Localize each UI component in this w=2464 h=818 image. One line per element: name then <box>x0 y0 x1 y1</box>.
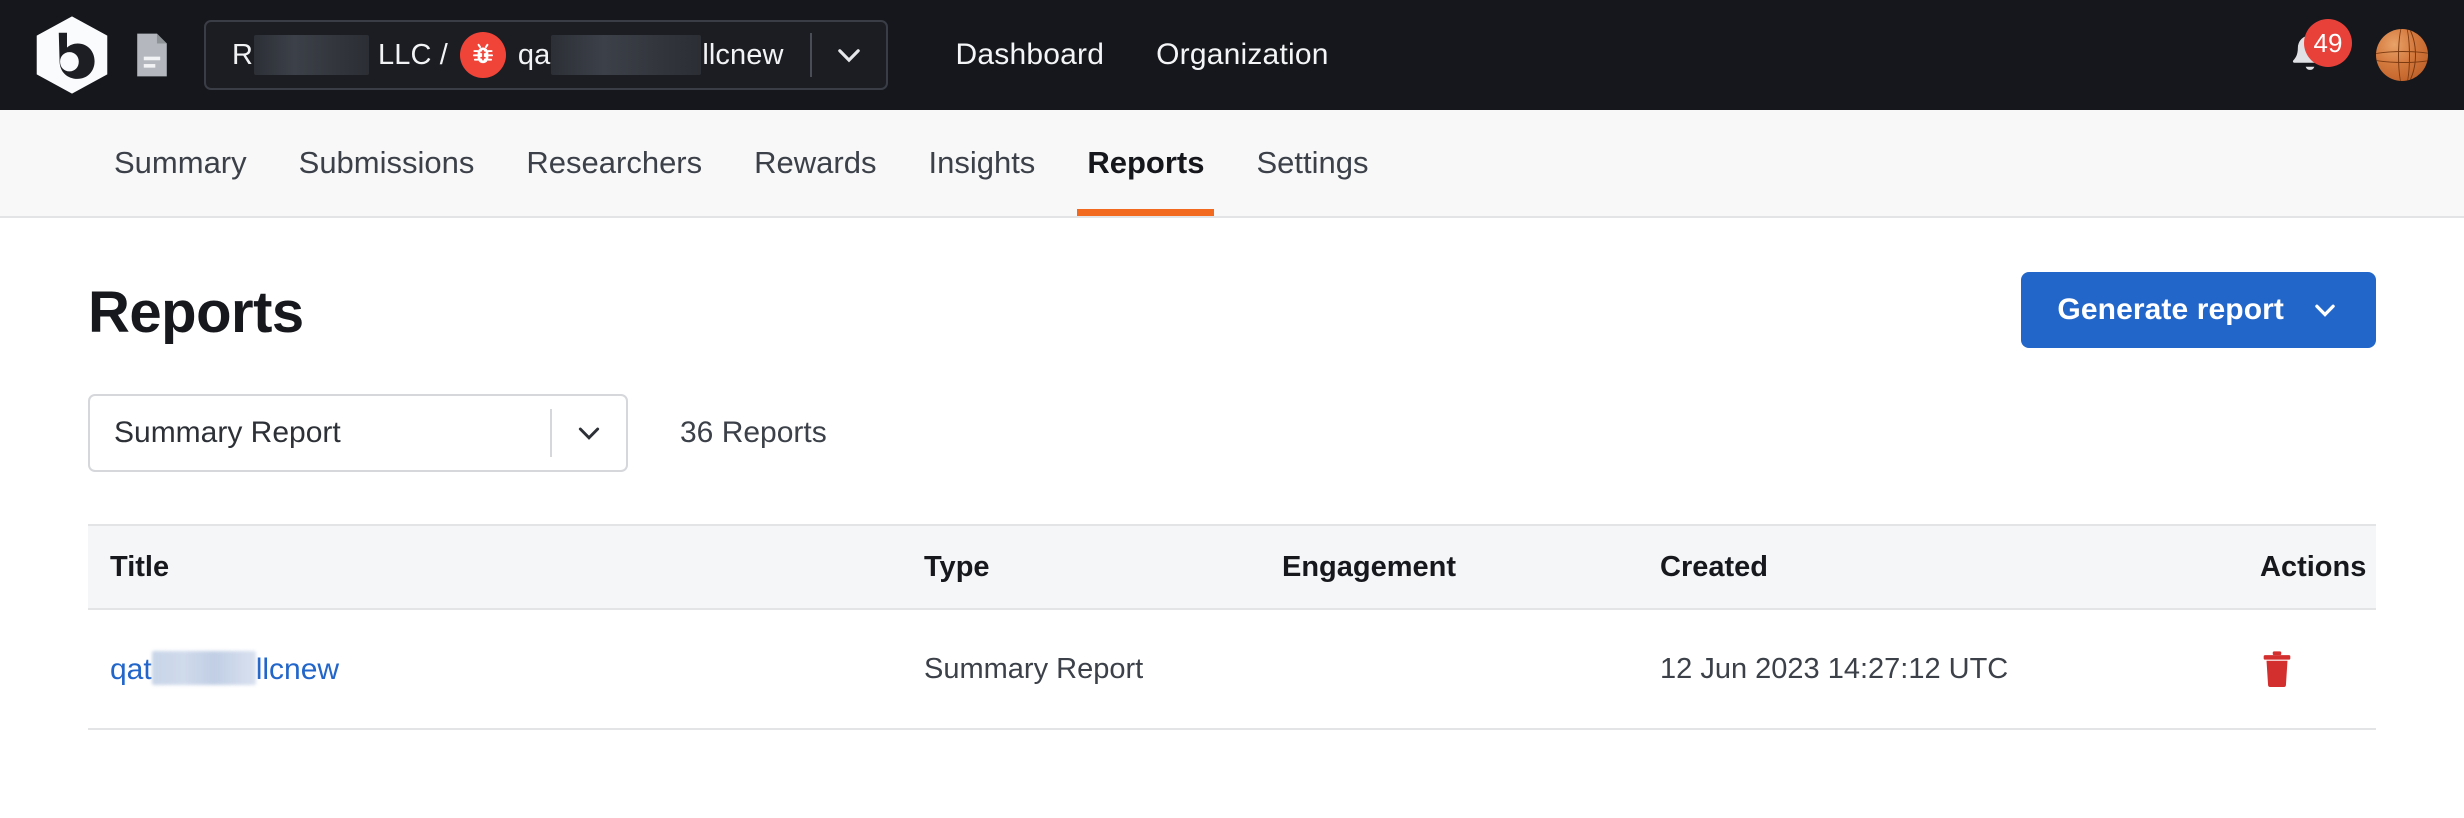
engagement-name-prefix: qa <box>517 38 551 71</box>
trash-icon[interactable] <box>2260 650 2294 688</box>
reports-table: Title Type Engagement Created Actions qa… <box>88 524 2376 730</box>
report-type-select[interactable]: Summary Report <box>88 394 628 472</box>
report-title-suffix: llcnew <box>255 653 340 686</box>
column-header-engagement[interactable]: Engagement <box>1266 524 1644 610</box>
generate-report-button[interactable]: Generate report <box>2021 272 2376 348</box>
chevron-down-icon[interactable] <box>552 417 626 449</box>
engagement-name-suffix: llcnew <box>702 38 784 71</box>
table-row: qat llcnew Summary Report 12 Jun 2023 14:… <box>88 609 2376 730</box>
org-name-suffix: LLC / <box>378 38 448 71</box>
notifications-button[interactable]: 49 <box>2284 19 2352 81</box>
report-title-prefix: qat <box>110 653 152 686</box>
global-header: R LLC / qa llcnew Dashboard Organization <box>0 0 2464 110</box>
report-type-value: Summary Report <box>114 416 341 449</box>
notification-count-badge: 49 <box>2304 19 2352 67</box>
bug-icon <box>459 32 506 78</box>
tab-insights[interactable]: Insights <box>902 110 1061 216</box>
generate-report-label: Generate report <box>2057 293 2284 326</box>
header-right-cluster: 49 <box>2284 19 2428 81</box>
tab-researchers[interactable]: Researchers <box>500 110 728 216</box>
engagement-scope-selector[interactable]: R LLC / qa llcnew <box>204 20 888 90</box>
avatar[interactable] <box>2376 29 2428 81</box>
page-header-row: Reports Generate report <box>88 218 2376 348</box>
report-title-link[interactable]: qat llcnew <box>110 651 340 686</box>
table-header-row: Title Type Engagement Created Actions <box>88 524 2376 610</box>
document-icon[interactable] <box>132 32 172 78</box>
cell-engagement <box>1266 609 1644 730</box>
global-nav-links: Dashboard Organization <box>930 38 1355 72</box>
scope-breadcrumb: R LLC / qa llcnew <box>206 22 810 88</box>
column-header-type[interactable]: Type <box>908 524 1266 610</box>
page-title: Reports <box>88 280 304 345</box>
column-header-title[interactable]: Title <box>88 524 908 610</box>
program-tabs: Summary Submissions Researchers Rewards … <box>0 110 2464 218</box>
reports-page: Reports Generate report Summary Report 3… <box>0 218 2464 730</box>
tab-reports[interactable]: Reports <box>1061 110 1230 216</box>
column-header-created[interactable]: Created <box>1644 524 2244 610</box>
cell-actions <box>2244 609 2376 730</box>
cell-type: Summary Report <box>908 609 1266 730</box>
reports-count: 36 Reports <box>680 416 827 449</box>
engagement-name-redaction <box>551 35 702 75</box>
bugcrowd-hexagon-logo[interactable] <box>30 13 114 97</box>
filter-row: Summary Report 36 Reports <box>88 394 2376 472</box>
chevron-down-icon <box>2315 304 2335 317</box>
tab-rewards[interactable]: Rewards <box>728 110 902 216</box>
chevron-down-icon[interactable] <box>812 38 886 72</box>
cell-title: qat llcnew <box>88 609 908 730</box>
org-name-redaction <box>254 35 370 75</box>
column-header-actions: Actions <box>2244 524 2376 610</box>
report-title-redaction <box>151 651 256 685</box>
org-name-prefix: R <box>232 38 254 71</box>
global-nav-organization[interactable]: Organization <box>1130 38 1355 72</box>
cell-created: 12 Jun 2023 14:27:12 UTC <box>1644 609 2244 730</box>
global-nav-dashboard[interactable]: Dashboard <box>930 38 1131 72</box>
tab-submissions[interactable]: Submissions <box>273 110 501 216</box>
tab-settings[interactable]: Settings <box>1230 110 1394 216</box>
tab-summary[interactable]: Summary <box>88 110 273 216</box>
